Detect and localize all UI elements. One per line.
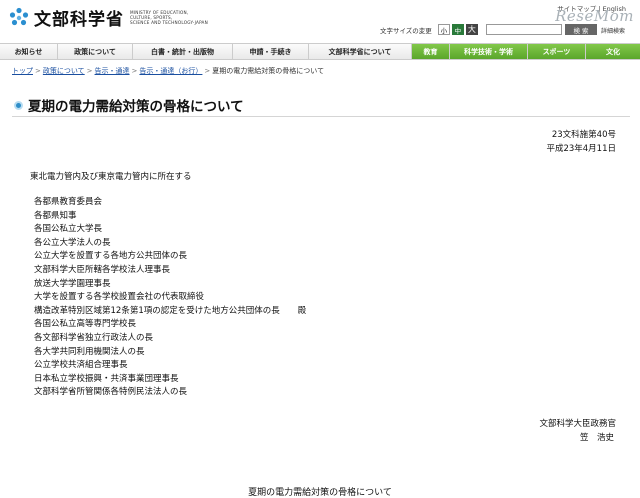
logo-subtitle: MINISTRY OF EDUCATION, CULTURE, SPORTS, … (130, 10, 208, 25)
sender-block: 文部科学大臣政務官 笠 浩史 (539, 417, 616, 445)
sender-title: 文部科学大臣政務官 (539, 419, 616, 429)
list-item: 各大学共同利用機関法人の長 (34, 346, 145, 357)
breadcrumb-link-top[interactable]: トップ (12, 67, 33, 75)
list-item: 各公立大学法人の長 (34, 237, 111, 248)
addressee-list: 各都県教育委員会 各都県知事 各国公私立大学長 各公立大学法人の長 公立大学を設… (34, 196, 306, 400)
breadcrumb-link-policy[interactable]: 政策について (43, 67, 85, 75)
bullet-circle-icon (14, 100, 23, 110)
nav-item-publications[interactable]: 白書・統計・出版物 (133, 44, 233, 59)
nav-item-sports[interactable]: スポーツ (528, 44, 586, 59)
breadcrumb-link-notices[interactable]: 告示・通達 (95, 67, 130, 75)
list-item: 大学を設置する各学校設置会社の代表取締役 (34, 292, 205, 303)
list-item: 日本私立学校振興・共済事業団理事長 (34, 373, 179, 384)
list-item: 公立学校共済組合理事長 (34, 360, 128, 371)
list-item: 各都県知事 (34, 210, 77, 221)
breadcrumb-link-notices-o[interactable]: 告示・通達（お行） (139, 67, 202, 75)
page-title-area: 夏期の電力需給対策の骨格について (14, 95, 244, 115)
list-item: 文部科学大臣所轄各学校法人理事長 (34, 264, 171, 275)
list-item: 各国公私立高等専門学校長 (34, 319, 137, 330)
logo-text: 文部科学省 (34, 10, 124, 30)
document-date: 平成23年4月11日 (546, 144, 616, 154)
search-button[interactable]: 検 索 (565, 24, 597, 35)
list-item: 各都県教育委員会 (34, 197, 103, 207)
nav-item-about[interactable]: 文部科学省について (309, 44, 412, 59)
nav-item-news[interactable]: お知らせ (0, 44, 58, 59)
nav-item-applications[interactable]: 申請・手続き (233, 44, 309, 59)
font-size-small-button[interactable]: 小 (437, 24, 450, 35)
list-item: 構造改革特別区域第12条第1項の認定を受けた地方公共団体の長殿 (34, 305, 307, 316)
document-number: 23文科施第40号 (551, 130, 616, 140)
font-size-mid-button[interactable]: 中 (451, 24, 464, 35)
nav-item-science[interactable]: 科学技術・学術 (450, 44, 528, 59)
list-item: 放送大学学園理事長 (34, 278, 111, 289)
list-item: 各文部科学省独立行政法人の長 (34, 332, 154, 343)
nav-item-education[interactable]: 教育 (412, 44, 450, 59)
resemom-watermark: ReseMom (555, 7, 634, 25)
honorific: 殿 (297, 305, 307, 316)
document-meta: 23文科施第40号 平成23年4月11日 (546, 128, 616, 156)
page-title: 夏期の電力需給対策の骨格について (28, 99, 244, 115)
font-size-switcher: 文字サイズの変更 小 中 大 (380, 24, 478, 35)
site-logo[interactable]: 文部科学省 MINISTRY OF EDUCATION, CULTURE, SP… (8, 5, 210, 30)
nav-item-culture[interactable]: 文化 (586, 44, 640, 59)
site-header: 文部科学省 MINISTRY OF EDUCATION, CULTURE, SP… (0, 0, 640, 42)
font-size-large-button[interactable]: 大 (465, 24, 478, 35)
list-item: 各国公私立大学長 (34, 224, 103, 235)
nav-item-policy[interactable]: 政策について (58, 44, 133, 59)
breadcrumb: トップ > 政策について > 告示・通達 > 告示・通達（お行） > 夏期の電力需給対策の骨格に… (12, 66, 324, 76)
breadcrumb-separator: > (35, 67, 41, 75)
sender-name: 笠 浩史 (579, 433, 614, 443)
breadcrumb-separator: > (86, 67, 93, 75)
logo-emblem-icon (8, 7, 30, 29)
title-divider (12, 116, 630, 117)
search-input[interactable] (486, 24, 562, 35)
breadcrumb-current: 夏期の電力需給対策の骨格について (212, 67, 325, 75)
advanced-search-link[interactable]: 詳細検索 (601, 26, 625, 35)
global-nav: お知らせ 政策について 白書・統計・出版物 申請・手続き 文部科学省について 教… (0, 43, 640, 60)
list-item: 文部科学省所管関係各特例民法法人の長 (34, 387, 188, 398)
list-item: 公立大学を設置する各地方公共団体の長 (34, 251, 188, 262)
font-size-label: 文字サイズの変更 (380, 26, 432, 35)
breadcrumb-separator: > (131, 67, 138, 75)
breadcrumb-separator: > (204, 67, 211, 75)
document-heading: 夏期の電力需給対策の骨格について (248, 488, 392, 498)
addressee-intro: 東北電力管内及び東京電力管内に所在する (30, 172, 192, 182)
